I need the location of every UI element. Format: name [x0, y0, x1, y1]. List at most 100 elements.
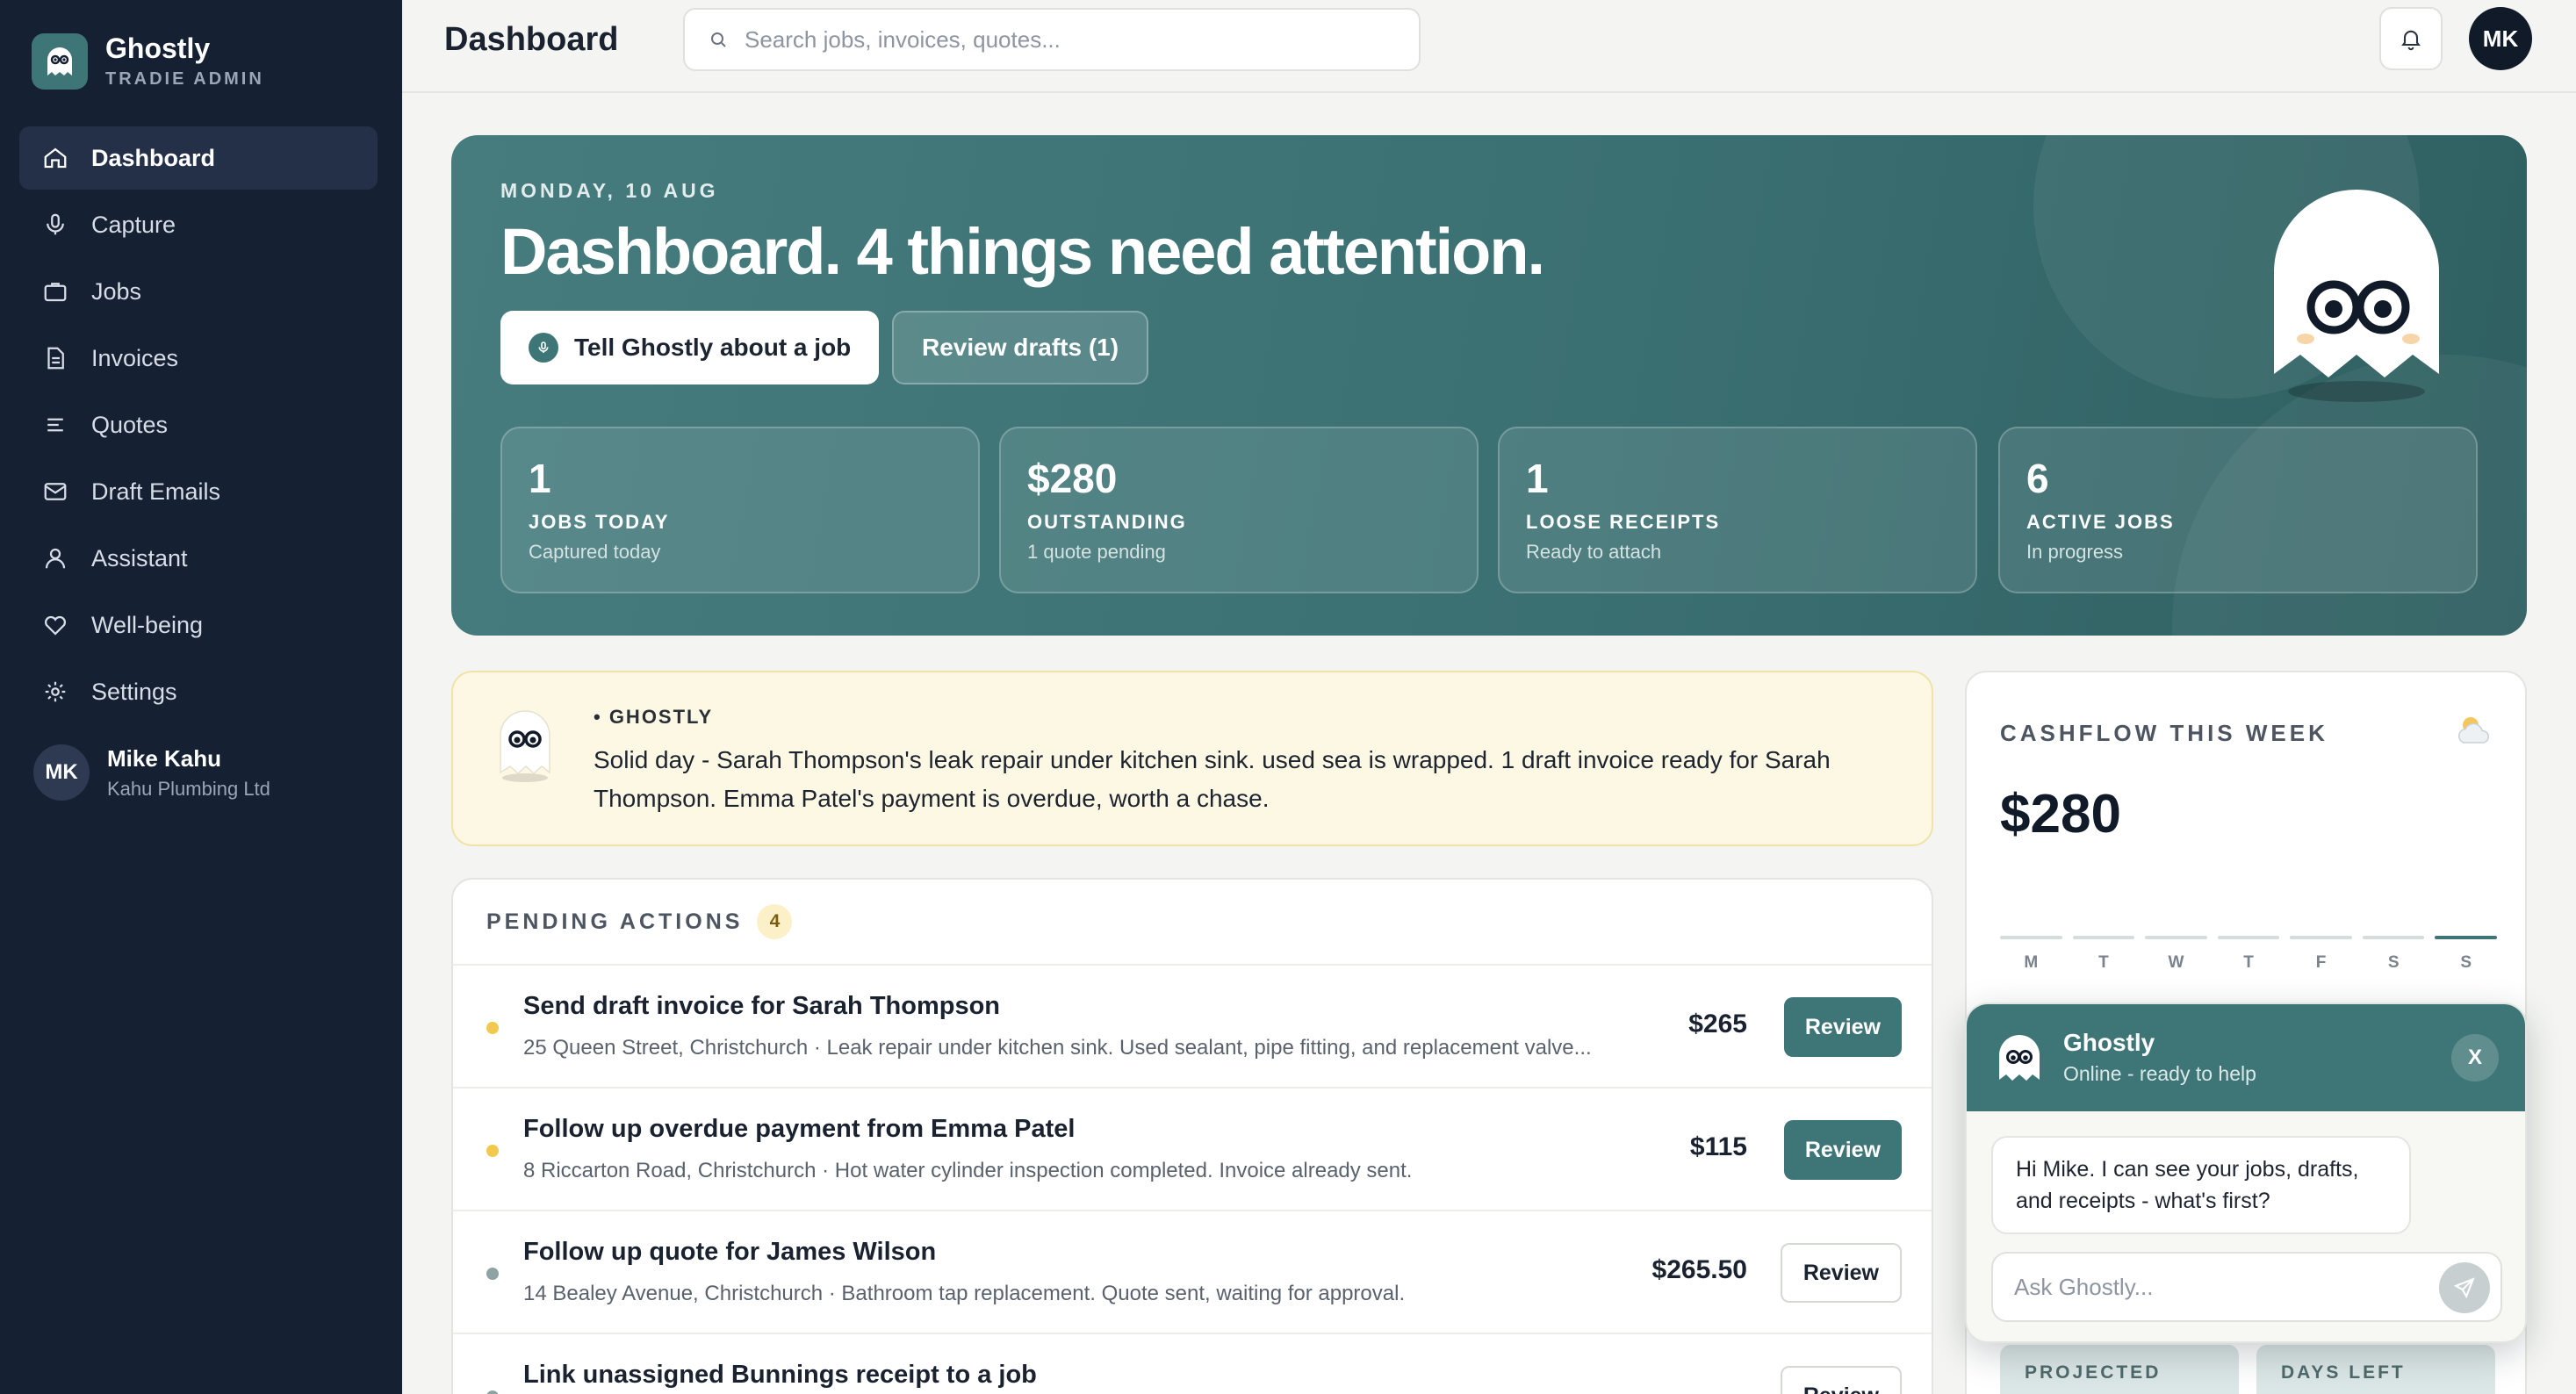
stat-label: OUTSTANDING	[1027, 511, 1187, 533]
row-subtitle: 8 Riccarton Road, Christchurch · Hot wat…	[523, 1159, 1413, 1182]
row-title: Follow up overdue payment from Emma Pate…	[523, 1115, 1076, 1143]
stat-jobs-today[interactable]: 1 JOBS TODAY Captured today	[500, 427, 980, 593]
sidebar-user[interactable]: MK Mike Kahu Kahu Plumbing Ltd	[33, 744, 270, 801]
ghost-avatar-icon	[1999, 1035, 2040, 1081]
hero-date: MONDAY, 10 AUG	[500, 179, 719, 202]
ghost-avatar-icon	[500, 710, 550, 782]
search-box[interactable]	[683, 8, 1421, 71]
stat-label: JOBS TODAY	[529, 511, 670, 533]
brand[interactable]: Ghostly TRADIE ADMIN	[32, 32, 264, 90]
weather-icon	[2458, 717, 2489, 744]
search-input[interactable]	[745, 25, 1412, 54]
top-bar: Dashboard MK	[402, 0, 2576, 93]
notifications-button[interactable]	[2379, 7, 2443, 70]
stat-outstanding[interactable]: $280 OUTSTANDING 1 quote pending	[999, 427, 1479, 593]
review-button[interactable]: Review	[1780, 1366, 1902, 1394]
projected-tile: PROJECTED	[2000, 1345, 2239, 1394]
chat-input[interactable]	[2014, 1273, 2418, 1301]
brand-subtitle: TRADIE ADMIN	[105, 69, 264, 90]
send-button[interactable]	[2439, 1262, 2490, 1313]
review-button[interactable]: Review	[1783, 997, 1902, 1057]
stat-active-jobs[interactable]: 6 ACTIVE JOBS In progress	[1998, 427, 2478, 593]
review-button[interactable]: Review	[1780, 1243, 1902, 1303]
pending-actions-card: PENDING ACTIONS 4 Send draft invoice for…	[451, 878, 1933, 1394]
sidebar-item-label: Assistant	[91, 544, 188, 571]
row-title: Send draft invoice for Sarah Thompson	[523, 992, 1001, 1020]
ghost-mascot-icon	[2274, 190, 2439, 402]
row-amount: $265.50	[1651, 1255, 1747, 1284]
row-title: Follow up quote for James Wilson	[523, 1238, 937, 1266]
row-subtitle: 14 Bealey Avenue, Christchurch · Bathroo…	[523, 1282, 1406, 1305]
user-name: Mike Kahu	[107, 744, 222, 772]
stat-loose-receipts[interactable]: 1 LOOSE RECEIPTS Ready to attach	[1498, 427, 1977, 593]
sidebar-item-capture[interactable]: Capture	[19, 193, 378, 256]
stat-subtext: Captured today	[529, 541, 661, 563]
mail-icon	[44, 483, 67, 500]
user-company: Kahu Plumbing Ltd	[107, 777, 270, 800]
table-row[interactable]: Send draft invoice for Sarah Thompson 25…	[453, 966, 1932, 1089]
profile-avatar[interactable]: MK	[2469, 7, 2532, 70]
sidebar-item-quotes[interactable]: Quotes	[19, 393, 378, 456]
row-amount: $265	[1688, 1010, 1747, 1038]
chat-header: Ghostly Online - ready to help X	[1967, 1004, 2525, 1111]
sidebar-item-label: Invoices	[91, 344, 179, 371]
chat-name: Ghostly	[2063, 1029, 2155, 1056]
row-title: Link unassigned Bunnings receipt to a jo…	[523, 1361, 1037, 1389]
cashflow-title: CASHFLOW THIS WEEK	[2000, 720, 2328, 746]
day-label: F	[2315, 953, 2327, 972]
bell-icon	[2401, 30, 2421, 51]
day-label: W	[2168, 953, 2184, 972]
table-row[interactable]: Link unassigned Bunnings receipt to a jo…	[453, 1334, 1932, 1394]
pending-actions-title: PENDING ACTIONS	[486, 909, 744, 934]
day-bar: W	[2145, 936, 2207, 973]
send-icon	[2453, 1277, 2475, 1299]
sidebar-item-invoices[interactable]: Invoices	[19, 327, 378, 390]
sidebar-item-well-being[interactable]: Well-being	[19, 593, 378, 657]
page-title: Dashboard	[444, 21, 619, 58]
hero-title: Dashboard. 4 things need attention.	[500, 215, 1545, 288]
tell-ghostly-label: Tell Ghostly about a job	[574, 334, 852, 361]
day-bar: S	[2362, 936, 2425, 973]
home-icon	[44, 147, 67, 169]
brand-name: Ghostly	[105, 32, 211, 64]
sidebar-item-label: Settings	[91, 678, 177, 705]
user-icon	[45, 548, 66, 569]
document-icon	[47, 347, 64, 370]
mic-icon	[529, 333, 558, 363]
table-row[interactable]: Follow up quote for James Wilson 14 Beal…	[453, 1211, 1932, 1334]
weekday-bars: M T W T F S S	[2000, 936, 2498, 973]
day-label: S	[2460, 953, 2472, 972]
chat-message: Hi Mike. I can see your jobs, drafts, an…	[1991, 1136, 2411, 1234]
sidebar-item-jobs[interactable]: Jobs	[19, 260, 378, 323]
list-icon	[47, 418, 63, 432]
sidebar-item-label: Capture	[91, 211, 176, 238]
row-amount: $115	[1689, 1132, 1747, 1161]
sidebar-item-draft-emails[interactable]: Draft Emails	[19, 460, 378, 523]
cashflow-value: $280	[2000, 784, 2121, 844]
table-row[interactable]: Follow up overdue payment from Emma Pate…	[453, 1089, 1932, 1211]
review-drafts-button[interactable]: Review drafts (1)	[892, 311, 1149, 384]
day-label: T	[2243, 953, 2254, 972]
review-button[interactable]: Review	[1783, 1120, 1902, 1180]
sidebar-item-dashboard[interactable]: Dashboard	[19, 126, 378, 190]
day-label: M	[2024, 953, 2039, 972]
ghostly-summary-card: • GHOSTLY Solid day - Sarah Thompson's l…	[451, 671, 1933, 846]
tell-ghostly-button[interactable]: Tell Ghostly about a job	[500, 311, 880, 384]
stat-value: 6	[2026, 456, 2049, 501]
briefcase-icon	[44, 283, 67, 302]
note-tag: • GHOSTLY	[594, 706, 714, 728]
status-dot	[486, 1145, 499, 1157]
day-bar: F	[2290, 936, 2352, 973]
sidebar-item-label: Well-being	[91, 611, 204, 638]
day-label: S	[2387, 953, 2400, 972]
sidebar-item-settings[interactable]: Settings	[19, 660, 378, 723]
search-icon	[711, 32, 726, 47]
stat-label: ACTIVE JOBS	[2026, 511, 2175, 533]
sidebar-item-label: Jobs	[91, 277, 142, 305]
sidebar-item-label: Dashboard	[91, 144, 216, 171]
chat-input-box[interactable]	[1991, 1252, 2502, 1322]
close-button[interactable]: X	[2451, 1034, 2499, 1081]
sidebar-item-assistant[interactable]: Assistant	[19, 527, 378, 590]
ghost-logo-icon	[32, 33, 88, 90]
stat-value: 1	[529, 456, 551, 501]
